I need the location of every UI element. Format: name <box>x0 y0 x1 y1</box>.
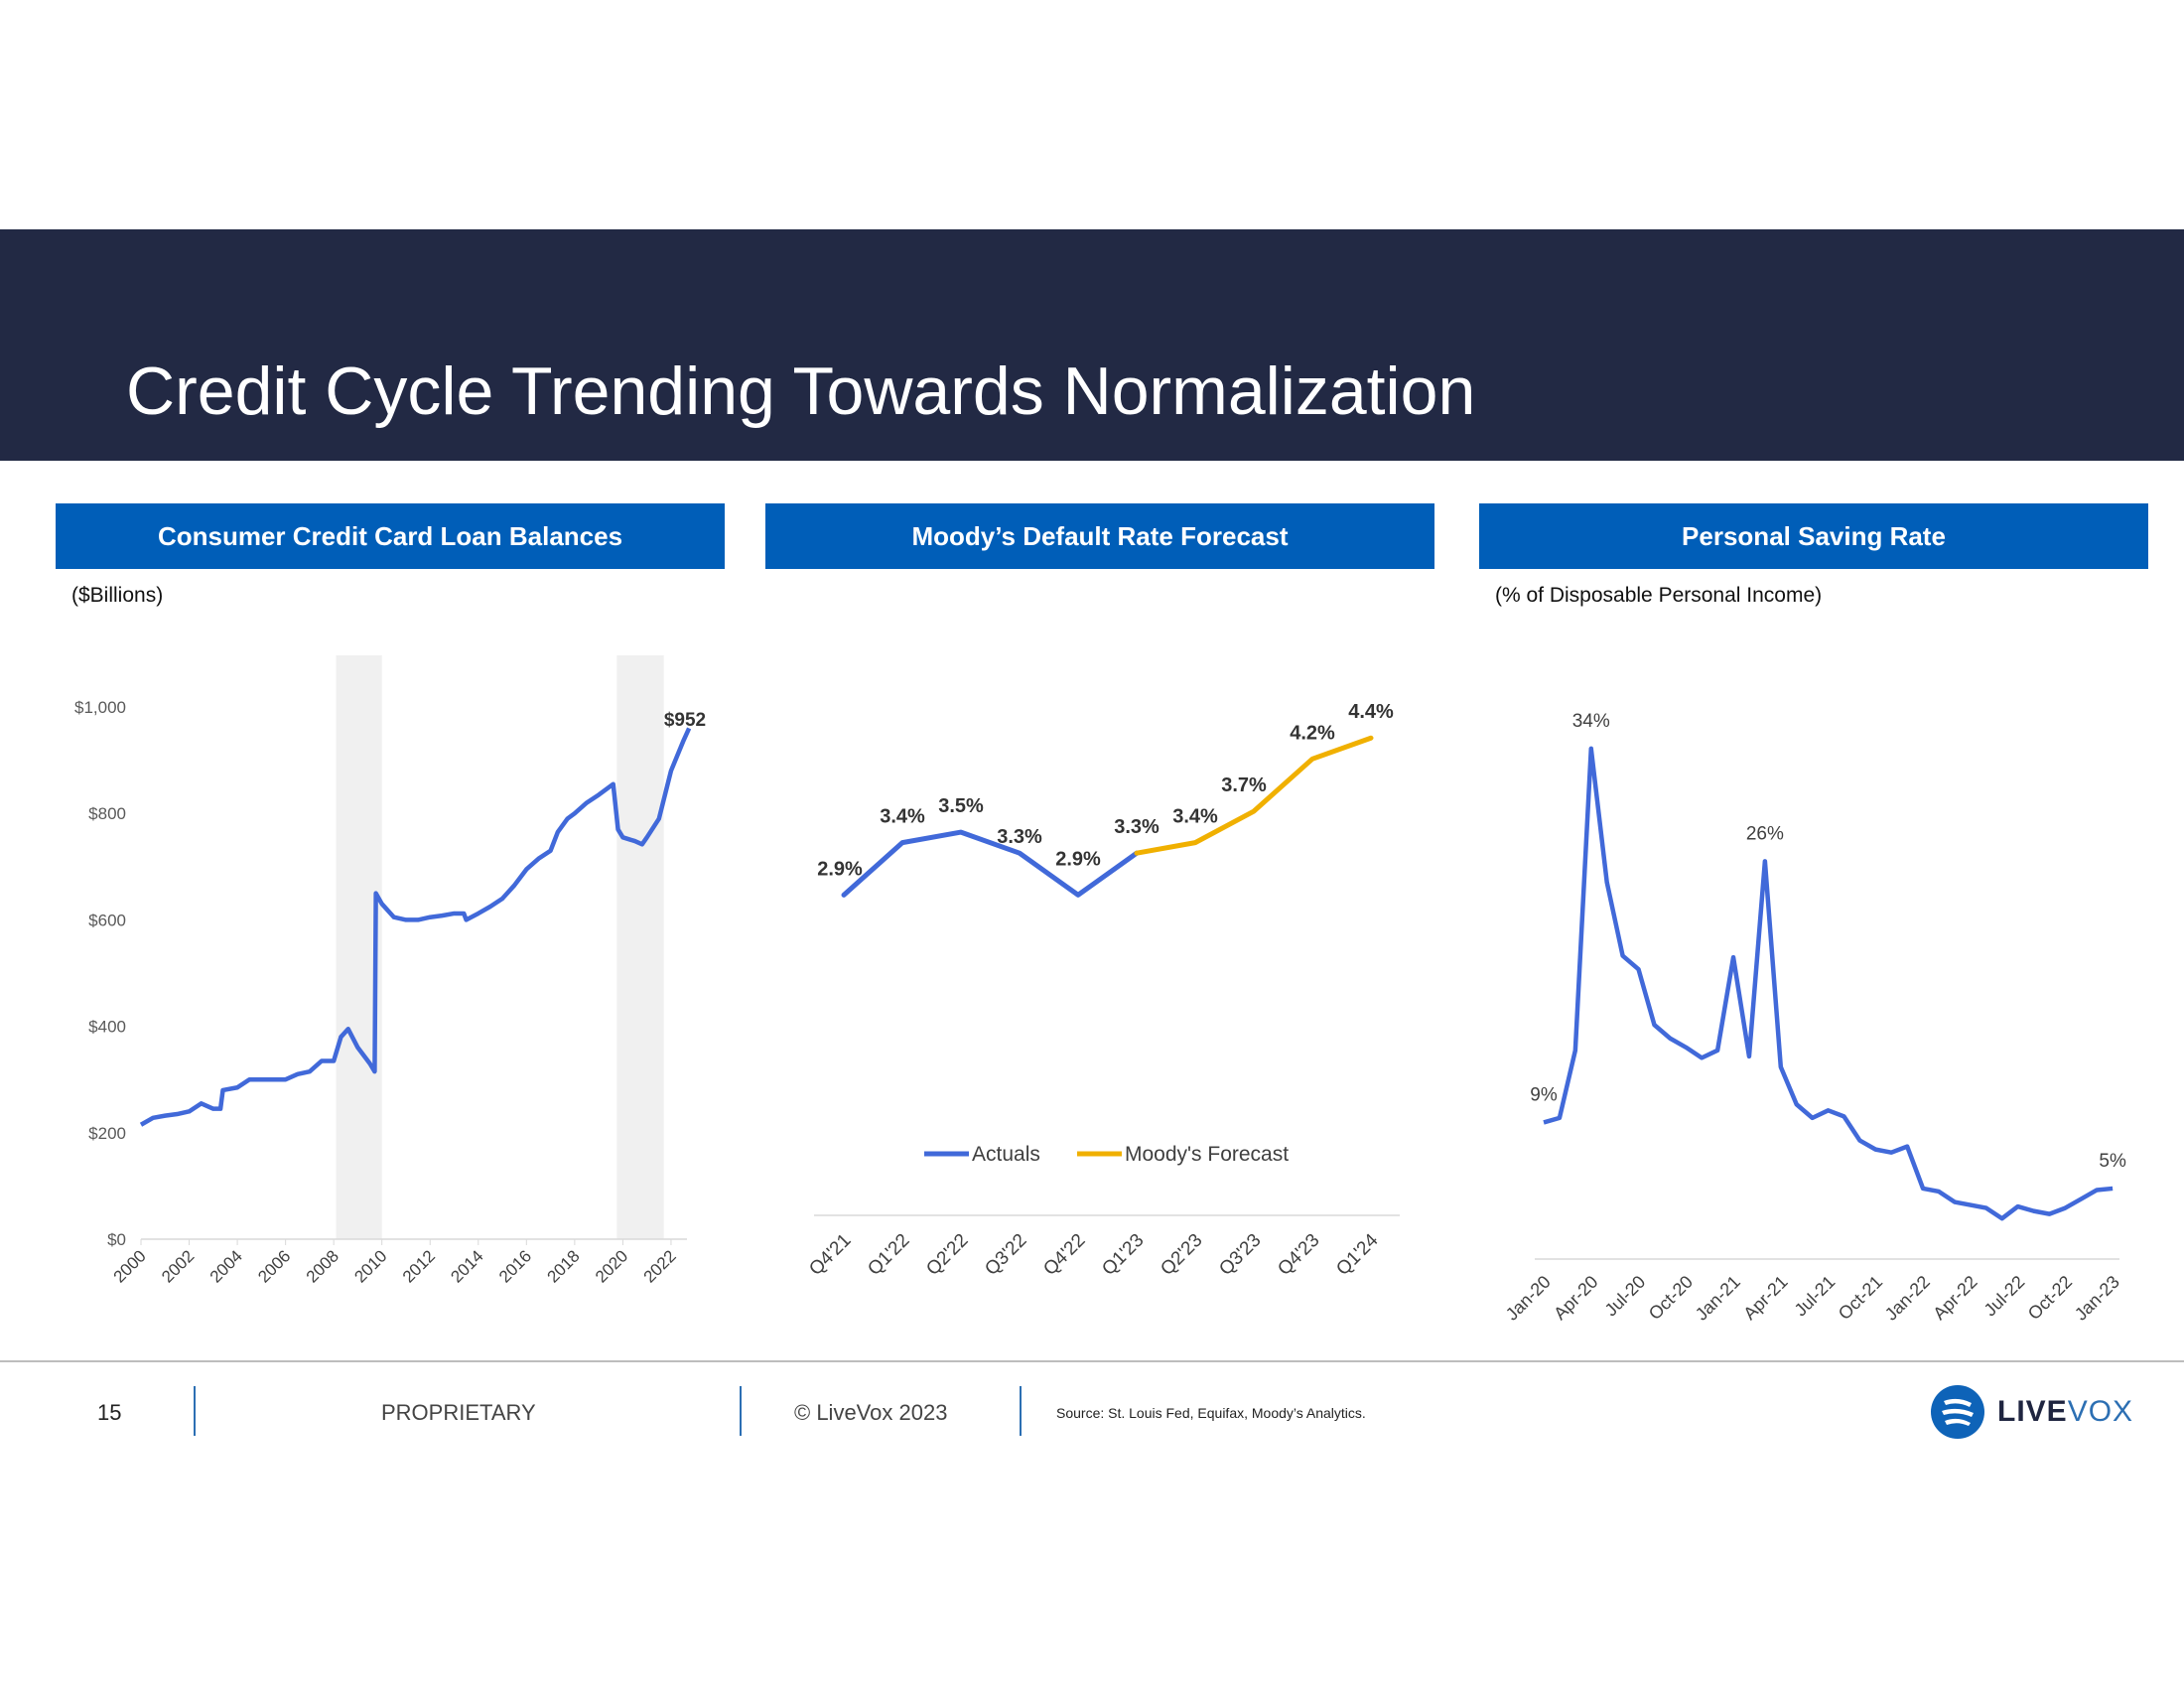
legend-label-forecast: Moody's Forecast <box>1125 1143 1289 1166</box>
end-value-label: $952 <box>664 710 706 731</box>
recession-band <box>616 655 664 1239</box>
y-tick-label: $600 <box>88 911 126 929</box>
logo-live: LIVE <box>1997 1395 2068 1428</box>
data-label: 9% <box>1530 1084 1558 1105</box>
x-tick-label: Q1'23 <box>1098 1230 1148 1280</box>
saving-rate-line <box>1543 746 2114 1221</box>
x-tick-label: 2006 <box>254 1246 294 1286</box>
copyright: © LiveVox 2023 <box>794 1400 948 1425</box>
livevox-logo-icon <box>1931 1385 1984 1439</box>
x-tick-label: Q1'24 <box>1332 1229 1383 1280</box>
x-tick-label: 2016 <box>495 1246 535 1286</box>
charts-svg: $0 $200 $400 $600 $800 $1,000 2000 2002 2004 2006… <box>74 655 2126 1325</box>
x-tick-label: Jan-23 <box>2071 1272 2123 1325</box>
data-label: 3.7% <box>1221 774 1267 796</box>
legend-label-actuals: Actuals <box>972 1143 1040 1166</box>
page-number: 15 <box>97 1400 122 1425</box>
x-tick-label: Q4'23 <box>1274 1230 1323 1280</box>
x-tick-label: 2004 <box>206 1246 246 1286</box>
footer-divider <box>0 1360 2184 1362</box>
x-tick-label: Q4'21 <box>805 1230 855 1280</box>
x-tick-label: Q3'22 <box>981 1230 1030 1280</box>
data-label: 26% <box>1746 823 1784 844</box>
x-tick-label: Jul-22 <box>1980 1272 2029 1321</box>
x-tick-label: 2008 <box>303 1246 342 1286</box>
x-tick-label: Jan-21 <box>1692 1272 1744 1325</box>
livevox-logo: LIVEVOX <box>1930 1384 2133 1440</box>
data-label: 4.2% <box>1290 722 1335 744</box>
y-tick-label: $1,000 <box>74 698 126 717</box>
y-tick-label: $800 <box>88 804 126 823</box>
livevox-wordmark: LIVEVOX <box>1997 1395 2133 1429</box>
x-tick-label: Jul-21 <box>1791 1272 1840 1321</box>
x-tick-label: Apr-21 <box>1739 1272 1791 1324</box>
data-label: 3.3% <box>997 826 1042 848</box>
x-tick-label: Q3'23 <box>1215 1230 1265 1280</box>
footer-separator <box>194 1386 196 1436</box>
balance-line <box>139 727 692 1127</box>
data-label: 3.4% <box>1172 806 1218 828</box>
y-tick-label: $400 <box>88 1018 126 1037</box>
x-tick-label: Q2'23 <box>1157 1230 1206 1280</box>
x-tick-label: Oct-22 <box>2024 1272 2076 1324</box>
x-tick-label: 2000 <box>110 1246 150 1286</box>
data-label: 4.4% <box>1348 701 1394 723</box>
data-label: 2.9% <box>1055 848 1101 870</box>
x-tick-label: 2012 <box>399 1246 439 1286</box>
x-tick-label: 2020 <box>592 1246 631 1286</box>
slide: Credit Cycle Trending Towards Normalizat… <box>0 0 2184 1688</box>
x-tick-label: Apr-20 <box>1550 1272 1601 1324</box>
x-tick-label: Q2'22 <box>922 1230 972 1280</box>
footer-separator <box>740 1386 742 1436</box>
data-label: 34% <box>1572 711 1610 732</box>
x-tick-label: 2014 <box>447 1246 486 1286</box>
proprietary-label: PROPRIETARY <box>381 1400 536 1425</box>
data-label: 3.5% <box>938 795 984 817</box>
x-tick-label: Jan-20 <box>1502 1272 1555 1325</box>
x-tick-label: Jan-22 <box>1881 1272 1934 1325</box>
logo-vox: VOX <box>2067 1395 2134 1428</box>
x-tick-label: 2018 <box>544 1246 584 1286</box>
y-tick-label: $0 <box>107 1230 126 1249</box>
x-tick-label: Q4'22 <box>1039 1230 1089 1280</box>
x-tick-label: 2022 <box>640 1246 680 1286</box>
y-tick-label: $200 <box>88 1124 126 1143</box>
x-tick-label: 2002 <box>158 1246 198 1286</box>
x-tick-label: Oct-21 <box>1835 1272 1886 1324</box>
source-note: Source: St. Louis Fed, Equifax, Moody’s … <box>1056 1405 1366 1421</box>
data-label: 2.9% <box>817 858 863 880</box>
footer-separator <box>1020 1386 1022 1436</box>
x-tick-label: Jul-20 <box>1601 1272 1650 1321</box>
data-label: 5% <box>2099 1151 2126 1172</box>
data-label: 3.4% <box>880 806 925 828</box>
x-tick-label: Oct-20 <box>1645 1272 1697 1324</box>
x-tick-label: Q1'22 <box>864 1230 913 1280</box>
x-tick-label: 2010 <box>350 1246 390 1286</box>
data-label: 3.3% <box>1114 816 1160 838</box>
x-tick-label: Apr-22 <box>1929 1272 1980 1324</box>
